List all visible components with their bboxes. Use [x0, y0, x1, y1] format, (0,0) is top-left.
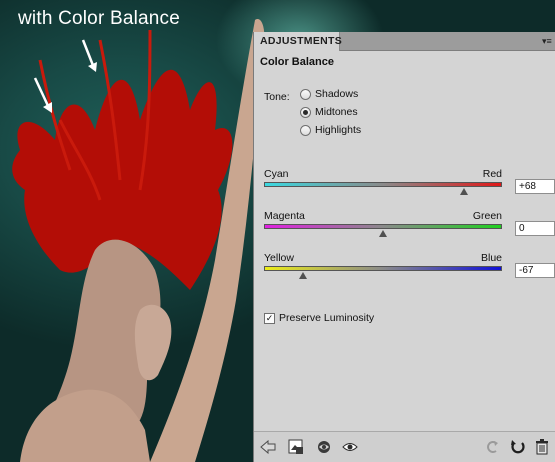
clip-layer-icon[interactable] [288, 439, 304, 455]
slider-track[interactable] [264, 266, 502, 271]
slider-thumb[interactable] [379, 230, 387, 237]
panel-title: Color Balance [260, 56, 334, 68]
radio-highlights[interactable]: Highlights [300, 122, 361, 138]
trash-icon[interactable] [534, 439, 550, 455]
panel-bottom-toolbar [254, 431, 555, 462]
slider-thumb[interactable] [459, 188, 468, 195]
preserve-luminosity-checkbox[interactable]: ✓ [264, 312, 275, 324]
slider-left-label: Magenta [264, 210, 305, 222]
slider-track[interactable] [264, 224, 502, 229]
slider-right-label: Green [472, 210, 502, 222]
previous-state-icon[interactable] [484, 439, 500, 455]
layer-visibility-state-icon[interactable] [316, 439, 332, 455]
panel-menu-icon[interactable]: ▾≡ [542, 36, 554, 46]
slider-thumb[interactable] [299, 272, 308, 279]
panel-tab-bar: ADJUSTMENTS ▾≡ [254, 32, 555, 51]
radio-button[interactable] [300, 106, 311, 118]
slider-value-field[interactable]: 0 [515, 221, 555, 236]
slider-right-label: Blue [480, 252, 502, 264]
preserve-luminosity-label: Preserve Luminosity [279, 312, 375, 324]
slider-left-label: Cyan [264, 168, 289, 180]
slider-right-label: Red [482, 168, 502, 180]
slider-value-field[interactable]: -67 [515, 263, 555, 278]
slider-left-label: Yellow [264, 252, 294, 264]
radio-shadows[interactable]: Shadows [300, 86, 358, 102]
radio-label: Shadows [315, 88, 359, 100]
radio-label: Highlights [315, 124, 362, 136]
arrow-annotation [81, 39, 97, 72]
eye-icon[interactable] [342, 439, 358, 455]
slider-track[interactable] [264, 182, 502, 187]
radio-midtones[interactable]: Midtones [300, 104, 358, 120]
radio-label: Midtones [315, 106, 358, 118]
arrow-annotation [33, 77, 52, 113]
tone-label: Tone: [264, 91, 290, 103]
adjustments-panel: ADJUSTMENTS ▾≡ Color Balance Tone: Shado… [253, 32, 555, 462]
back-arrow-icon[interactable] [260, 439, 276, 455]
tab-adjustments[interactable]: ADJUSTMENTS [254, 32, 342, 51]
preserve-luminosity-row[interactable]: ✓ Preserve Luminosity [264, 312, 374, 324]
slider-value-field[interactable]: +68 [515, 179, 555, 194]
reset-icon[interactable] [510, 439, 526, 455]
caption-text: with Color Balance [18, 8, 181, 29]
radio-button[interactable] [300, 124, 311, 136]
radio-button[interactable] [300, 88, 311, 100]
